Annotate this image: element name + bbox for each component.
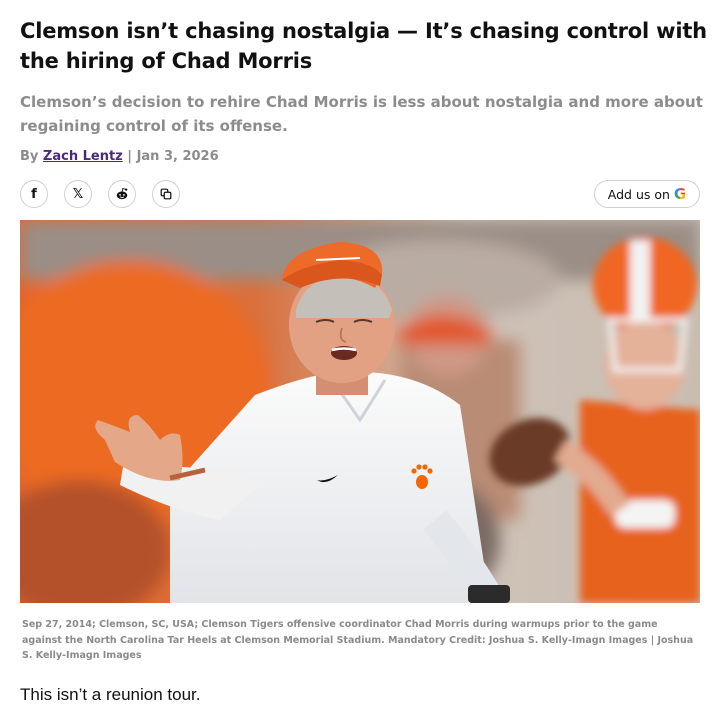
byline-prefix: By [20,149,39,164]
share-facebook-button[interactable]: f [20,180,48,208]
article: Clemson isn’t chasing nostalgia — It’s c… [0,0,720,720]
byline-separator: | [127,149,133,164]
copy-link-button[interactable] [152,180,180,208]
share-reddit-button[interactable] [108,180,136,208]
article-photo [20,220,700,603]
facebook-icon: f [31,186,37,202]
coach-photo [20,220,700,603]
share-x-button[interactable]: 𝕏 [64,180,92,208]
add-us-on-google-button[interactable]: Add us on G [594,180,700,208]
google-icon: G [673,185,687,203]
share-buttons: f 𝕏 [20,180,180,208]
lead-paragraph: This isn’t a reunion tour. [20,685,201,704]
x-icon: 𝕏 [72,186,84,202]
byline: By Zach Lentz | Jan 3, 2026 [20,148,219,166]
publish-date: Jan 3, 2026 [136,149,219,164]
author-link[interactable]: Zach Lentz [43,149,123,164]
headline: Clemson isn’t chasing nostalgia — It’s c… [20,19,707,73]
copy-link-icon [160,188,172,200]
article-dek: Clemson’s decision to rehire Chad Morris… [20,93,703,135]
photo-caption: Sep 27, 2014; Clemson, SC, USA; Clemson … [22,619,694,661]
add-us-label: Add us on [607,186,670,202]
reddit-icon [116,188,128,200]
